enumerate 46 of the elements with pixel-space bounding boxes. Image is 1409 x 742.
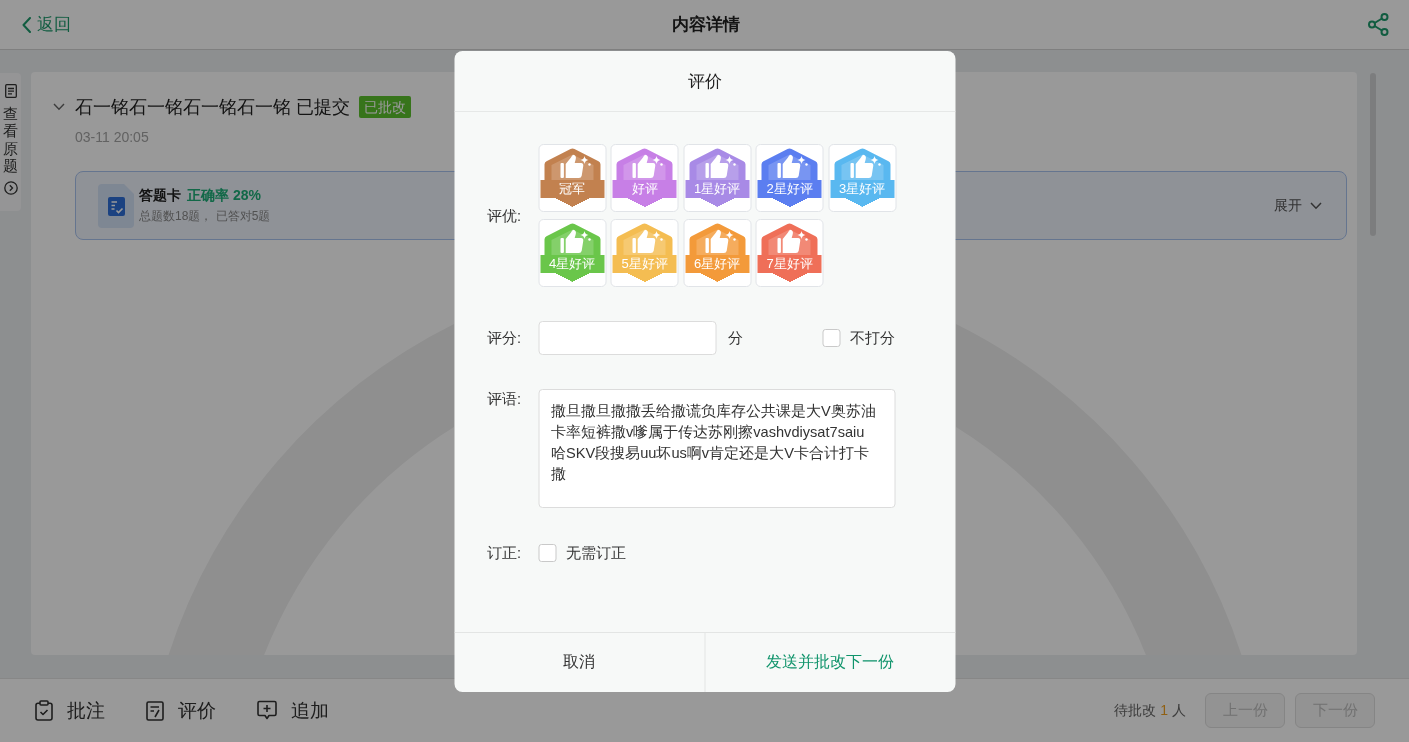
answer-summary: 总题数18题， 已答对5题 bbox=[139, 207, 271, 225]
back-button[interactable]: 返回 bbox=[22, 13, 71, 36]
score-label: 评分: bbox=[487, 329, 523, 348]
note-edit-icon bbox=[146, 700, 164, 721]
award-option[interactable]: 7星好评 bbox=[755, 219, 824, 287]
chevron-down-icon bbox=[1310, 201, 1322, 210]
award-option[interactable]: 好评 bbox=[610, 144, 679, 212]
no-score-label[interactable]: 不打分 bbox=[850, 328, 895, 348]
pending-count-text: 待批改 1 人 bbox=[1114, 701, 1186, 720]
checkbox[interactable] bbox=[822, 329, 840, 347]
submission-title: 石一铭石一铭石一铭石一铭 已提交 bbox=[75, 96, 350, 119]
award-label: 评优: bbox=[487, 206, 523, 226]
accuracy-text: 正确率 28% bbox=[187, 186, 261, 205]
dialog-title: 评价 bbox=[687, 70, 722, 93]
expand-toggle[interactable]: 展开 bbox=[1274, 196, 1322, 215]
chevron-left-icon bbox=[22, 16, 31, 33]
circle-chevron-icon[interactable] bbox=[3, 181, 18, 195]
correction-label: 订正: bbox=[487, 544, 523, 563]
annotate-button[interactable]: 批注 bbox=[35, 697, 105, 724]
comment-label: 评语: bbox=[487, 390, 523, 409]
answer-card-title: 答题卡 bbox=[139, 186, 181, 205]
clipboard-check-icon bbox=[35, 700, 53, 721]
award-option[interactable]: 2星好评 bbox=[755, 144, 824, 212]
score-unit: 分 bbox=[728, 328, 743, 348]
award-option[interactable]: 1星好评 bbox=[683, 144, 751, 212]
answer-sheet-icon bbox=[98, 183, 134, 228]
share-icon[interactable] bbox=[1368, 13, 1389, 36]
award-option[interactable]: 冠军 bbox=[538, 144, 606, 212]
no-correction-label[interactable]: 无需订正 bbox=[566, 543, 626, 563]
chevron-down-icon[interactable] bbox=[53, 103, 65, 111]
cancel-button[interactable]: 取消 bbox=[454, 633, 704, 692]
page-title: 内容详情 bbox=[671, 14, 740, 36]
award-option[interactable]: 3星好评 bbox=[828, 144, 896, 212]
side-tab-label[interactable]: 查看原题 bbox=[3, 105, 18, 174]
comment-field[interactable]: 撒旦撒旦撒撒丢给撒谎负库存公共课是大V奥苏油卡率短裤撒v嗲属于传达苏刚擦vashvdiysat7saiu哈SKV段搜易uu坏us啊v肯定还是大V卡合计打卡撒 bbox=[538, 389, 895, 508]
score-input[interactable] bbox=[538, 321, 716, 355]
checkbox[interactable] bbox=[538, 544, 556, 562]
award-option[interactable]: 4星好评 bbox=[538, 219, 606, 287]
side-tab[interactable]: 查看原题 bbox=[0, 73, 21, 211]
document-icon bbox=[4, 84, 17, 98]
award-option[interactable]: 6星好评 bbox=[683, 219, 751, 287]
message-plus-icon bbox=[257, 700, 277, 721]
review-button[interactable]: 评价 bbox=[146, 697, 216, 724]
send-next-button[interactable]: 发送并批改下一份 bbox=[704, 633, 955, 692]
status-badge: 已批改 bbox=[358, 96, 411, 118]
append-button[interactable]: 追加 bbox=[257, 697, 329, 724]
